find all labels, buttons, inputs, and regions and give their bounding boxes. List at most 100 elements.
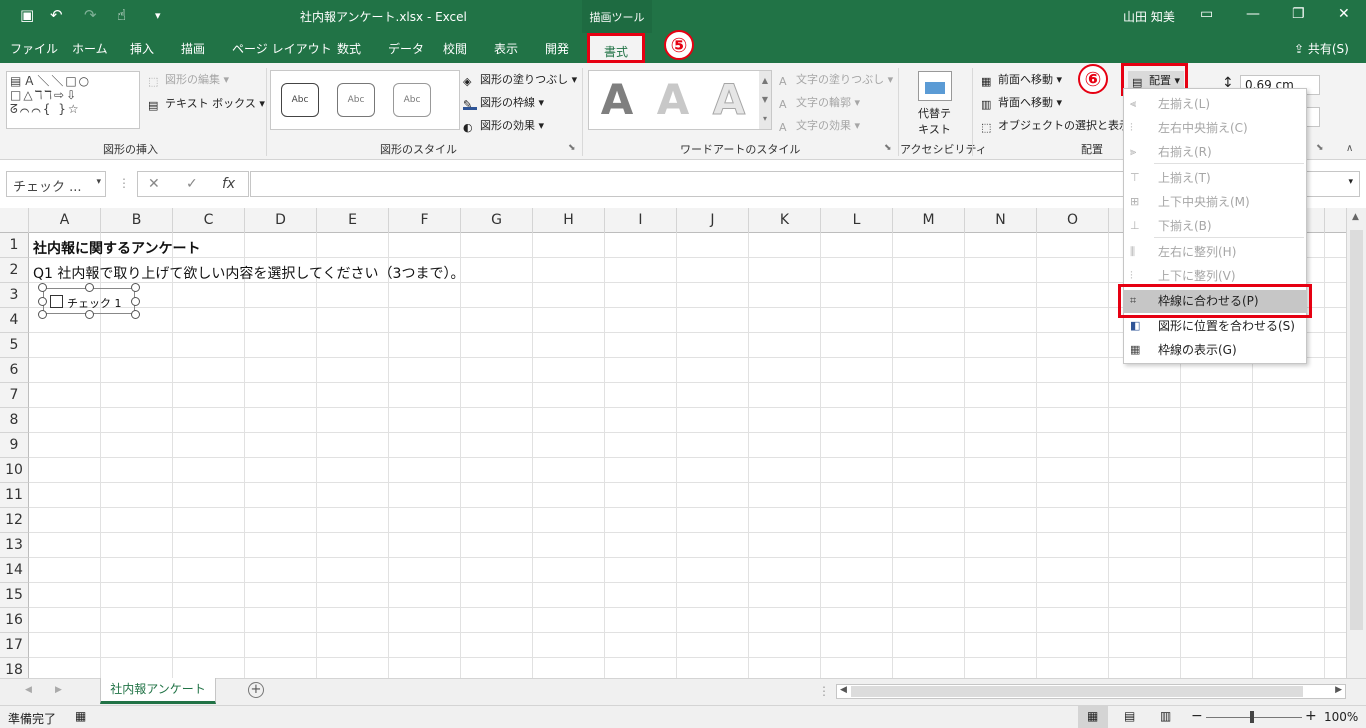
- cancel-icon[interactable]: ✕: [148, 176, 160, 192]
- gallery-scroll[interactable]: ▲ ▼ ▾: [759, 71, 771, 129]
- col-header-a[interactable]: A: [29, 208, 101, 233]
- checkbox[interactable]: [50, 295, 63, 308]
- scroll-right-icon[interactable]: ▶: [1335, 685, 1342, 695]
- vertical-scrollbar[interactable]: ▲: [1346, 208, 1366, 678]
- dialog-launcher-icon[interactable]: ⬊: [568, 143, 576, 153]
- resize-handle[interactable]: [131, 310, 140, 319]
- col-header-m[interactable]: M: [893, 208, 965, 233]
- row-header[interactable]: 18: [0, 658, 29, 678]
- splitter-icon[interactable]: ⋮: [818, 684, 830, 698]
- undo-icon[interactable]: ↶: [50, 6, 63, 24]
- row-header[interactable]: 12: [0, 508, 29, 533]
- user-name[interactable]: 山田 知美: [1123, 8, 1175, 25]
- row-header[interactable]: 9: [0, 433, 29, 458]
- resize-handle[interactable]: [38, 283, 47, 292]
- resize-handle[interactable]: [131, 297, 140, 306]
- zoom-out-icon[interactable]: −: [1191, 708, 1203, 724]
- row-header[interactable]: 5: [0, 333, 29, 358]
- selection-pane-button[interactable]: ⬚ オブジェクトの選択と表示: [981, 117, 1130, 134]
- tab-file[interactable]: ファイル: [10, 40, 58, 57]
- resize-handle[interactable]: [38, 297, 47, 306]
- zoom-slider[interactable]: [1206, 717, 1302, 718]
- col-header-f[interactable]: F: [389, 208, 461, 233]
- wordart-preset-2[interactable]: A: [647, 75, 699, 125]
- wordart-preset-1[interactable]: A: [591, 75, 643, 125]
- row-header[interactable]: 14: [0, 558, 29, 583]
- zoom-slider-thumb[interactable]: [1250, 711, 1254, 723]
- select-all-corner[interactable]: [0, 208, 29, 233]
- tab-developer[interactable]: 開発: [545, 40, 569, 57]
- row-header[interactable]: 4: [0, 308, 29, 333]
- align-button[interactable]: ▤ 配置 ▾: [1128, 71, 1185, 89]
- row-header[interactable]: 6: [0, 358, 29, 383]
- shape-gallery[interactable]: ▤Ａ＼＼□○ □△ℸℸ⇨⇩ ᘔ⌒⌒{ }☆: [6, 71, 140, 129]
- add-sheet-icon[interactable]: +: [248, 682, 264, 698]
- row-header[interactable]: 13: [0, 533, 29, 558]
- formula-resize-icon[interactable]: ⋮: [118, 176, 130, 190]
- page-break-view-icon[interactable]: ▥: [1160, 709, 1171, 723]
- scroll-left-icon[interactable]: ◀: [840, 685, 847, 695]
- zoom-level[interactable]: 100%: [1324, 710, 1358, 724]
- dialog-launcher-icon[interactable]: ⬊: [884, 143, 892, 153]
- dialog-launcher-icon[interactable]: ⬊: [1316, 143, 1324, 153]
- tab-insert[interactable]: 挿入: [130, 40, 154, 57]
- cell-a1[interactable]: 社内報に関するアンケート: [33, 238, 200, 258]
- style-preset-1[interactable]: Abc: [281, 83, 319, 117]
- shape-effects-button[interactable]: ◐ 図形の効果 ▾: [463, 117, 544, 134]
- tab-draw[interactable]: 描画: [181, 40, 205, 57]
- align-menu-item[interactable]: ◧ 図形に位置を合わせる(S): [1124, 315, 1306, 338]
- tab-page-layout[interactable]: ページ レイアウト: [232, 40, 332, 57]
- send-backward-button[interactable]: ▥ 背面へ移動 ▾: [981, 94, 1062, 111]
- maximize-icon[interactable]: ❐: [1292, 6, 1305, 22]
- prev-sheet-icon[interactable]: ◀: [25, 685, 32, 695]
- col-header-l[interactable]: L: [821, 208, 893, 233]
- horizontal-scrollbar[interactable]: ◀ ▶: [836, 684, 1346, 699]
- col-header-e[interactable]: E: [317, 208, 389, 233]
- cell-a2[interactable]: Q1 社内報で取り上げて欲しい内容を選択してください（3つまで）。: [33, 263, 464, 283]
- tab-data[interactable]: データ: [388, 40, 424, 57]
- touch-mode-icon[interactable]: ☝: [117, 6, 126, 24]
- tab-view[interactable]: 表示: [494, 40, 518, 57]
- resize-handle[interactable]: [131, 283, 140, 292]
- collapse-ribbon-icon[interactable]: ∧: [1346, 143, 1353, 154]
- col-header-c[interactable]: C: [173, 208, 245, 233]
- shape-fill-button[interactable]: ◈ 図形の塗りつぶし ▾: [463, 71, 577, 88]
- expand-formula-icon[interactable]: ▾: [1348, 177, 1353, 187]
- row-header[interactable]: 16: [0, 608, 29, 633]
- row-header[interactable]: 11: [0, 483, 29, 508]
- row-header[interactable]: 3: [0, 283, 29, 308]
- col-header-k[interactable]: K: [749, 208, 821, 233]
- resize-handle[interactable]: [85, 283, 94, 292]
- save-icon[interactable]: ▣: [20, 6, 34, 24]
- alt-text-button[interactable]: 代替テ キスト: [918, 105, 951, 137]
- next-sheet-icon[interactable]: ▶: [55, 685, 62, 695]
- zoom-in-icon[interactable]: +: [1305, 708, 1317, 724]
- wordart-preset-3[interactable]: A: [703, 75, 755, 125]
- ribbon-display-icon[interactable]: ▭: [1200, 6, 1213, 22]
- col-header-n[interactable]: N: [965, 208, 1037, 233]
- customize-qat-icon[interactable]: ▾: [155, 9, 161, 22]
- shape-style-gallery[interactable]: Abc Abc Abc: [270, 70, 460, 130]
- sheet-tab-active[interactable]: 社内報アンケート: [100, 678, 216, 704]
- horizontal-scroll-thumb[interactable]: [851, 686, 1303, 697]
- resize-handle[interactable]: [85, 310, 94, 319]
- row-header[interactable]: 10: [0, 458, 29, 483]
- wordart-gallery[interactable]: A A A ▲ ▼ ▾: [588, 70, 772, 130]
- name-box[interactable]: チェック ... ▾: [6, 171, 106, 197]
- style-preset-2[interactable]: Abc: [337, 83, 375, 117]
- shape-outline-button[interactable]: ✎ 図形の枠線 ▾: [463, 94, 544, 111]
- macro-record-icon[interactable]: ▦: [75, 709, 86, 723]
- col-header-o[interactable]: O: [1037, 208, 1109, 233]
- minimize-icon[interactable]: —: [1246, 6, 1260, 22]
- row-header[interactable]: 1: [0, 233, 29, 258]
- enter-icon[interactable]: ✓: [186, 176, 198, 192]
- row-header[interactable]: 15: [0, 583, 29, 608]
- scroll-up-icon[interactable]: ▲: [1352, 212, 1359, 222]
- row-header[interactable]: 2: [0, 258, 29, 283]
- style-preset-3[interactable]: Abc: [393, 83, 431, 117]
- scroll-thumb[interactable]: [1350, 230, 1363, 630]
- text-box-button[interactable]: ▤ テキスト ボックス ▾: [148, 95, 265, 112]
- tab-home[interactable]: ホーム: [72, 40, 108, 57]
- tab-review[interactable]: 校閲: [443, 40, 467, 57]
- col-header-g[interactable]: G: [461, 208, 533, 233]
